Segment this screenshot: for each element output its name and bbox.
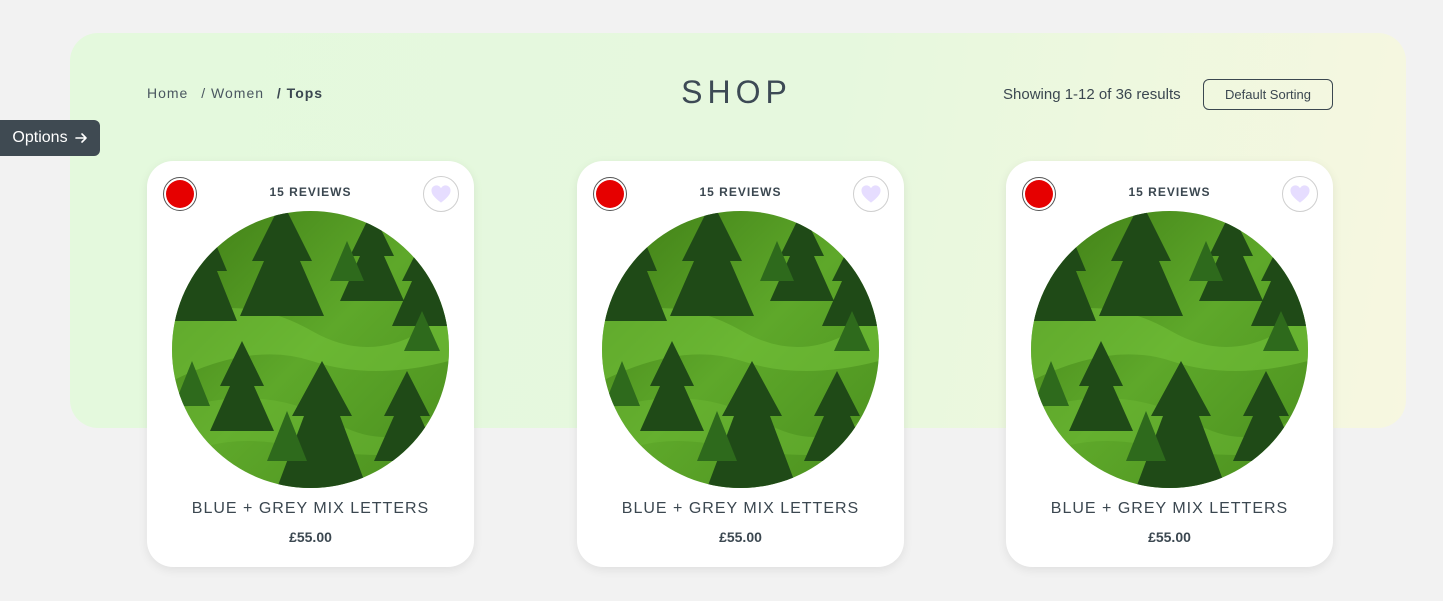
product-image[interactable] [1031,211,1308,488]
heart-icon [861,185,881,203]
options-label: Options [12,129,68,146]
arrow-right-icon [74,133,87,143]
wishlist-button[interactable] [853,176,889,212]
wishlist-button[interactable] [1282,176,1318,212]
product-name[interactable]: BLUE + GREY MIX LETTERS [577,500,904,518]
product-card[interactable]: 15 REVIEWS BLUE + GREY MIX LETTERS £55.0… [147,161,474,567]
heart-icon [431,185,451,203]
sort-dropdown[interactable]: Default Sorting [1203,79,1333,110]
product-name[interactable]: BLUE + GREY MIX LETTERS [147,500,474,518]
product-name[interactable]: BLUE + GREY MIX LETTERS [1006,500,1333,518]
product-price: £55.00 [289,529,332,545]
product-image[interactable] [172,211,449,488]
product-card[interactable]: 15 REVIEWS BLUE + GREY MIX LETTERS £55.0… [1006,161,1333,567]
product-price: £55.00 [719,529,762,545]
results-count: Showing 1-12 of 36 results [1003,86,1181,103]
product-card[interactable]: 15 REVIEWS BLUE + GREY MIX LETTERS £55.0… [577,161,904,567]
product-image[interactable] [602,211,879,488]
options-button[interactable]: Options [0,120,100,156]
product-price: £55.00 [1148,529,1191,545]
wishlist-button[interactable] [423,176,459,212]
heart-icon [1290,185,1310,203]
